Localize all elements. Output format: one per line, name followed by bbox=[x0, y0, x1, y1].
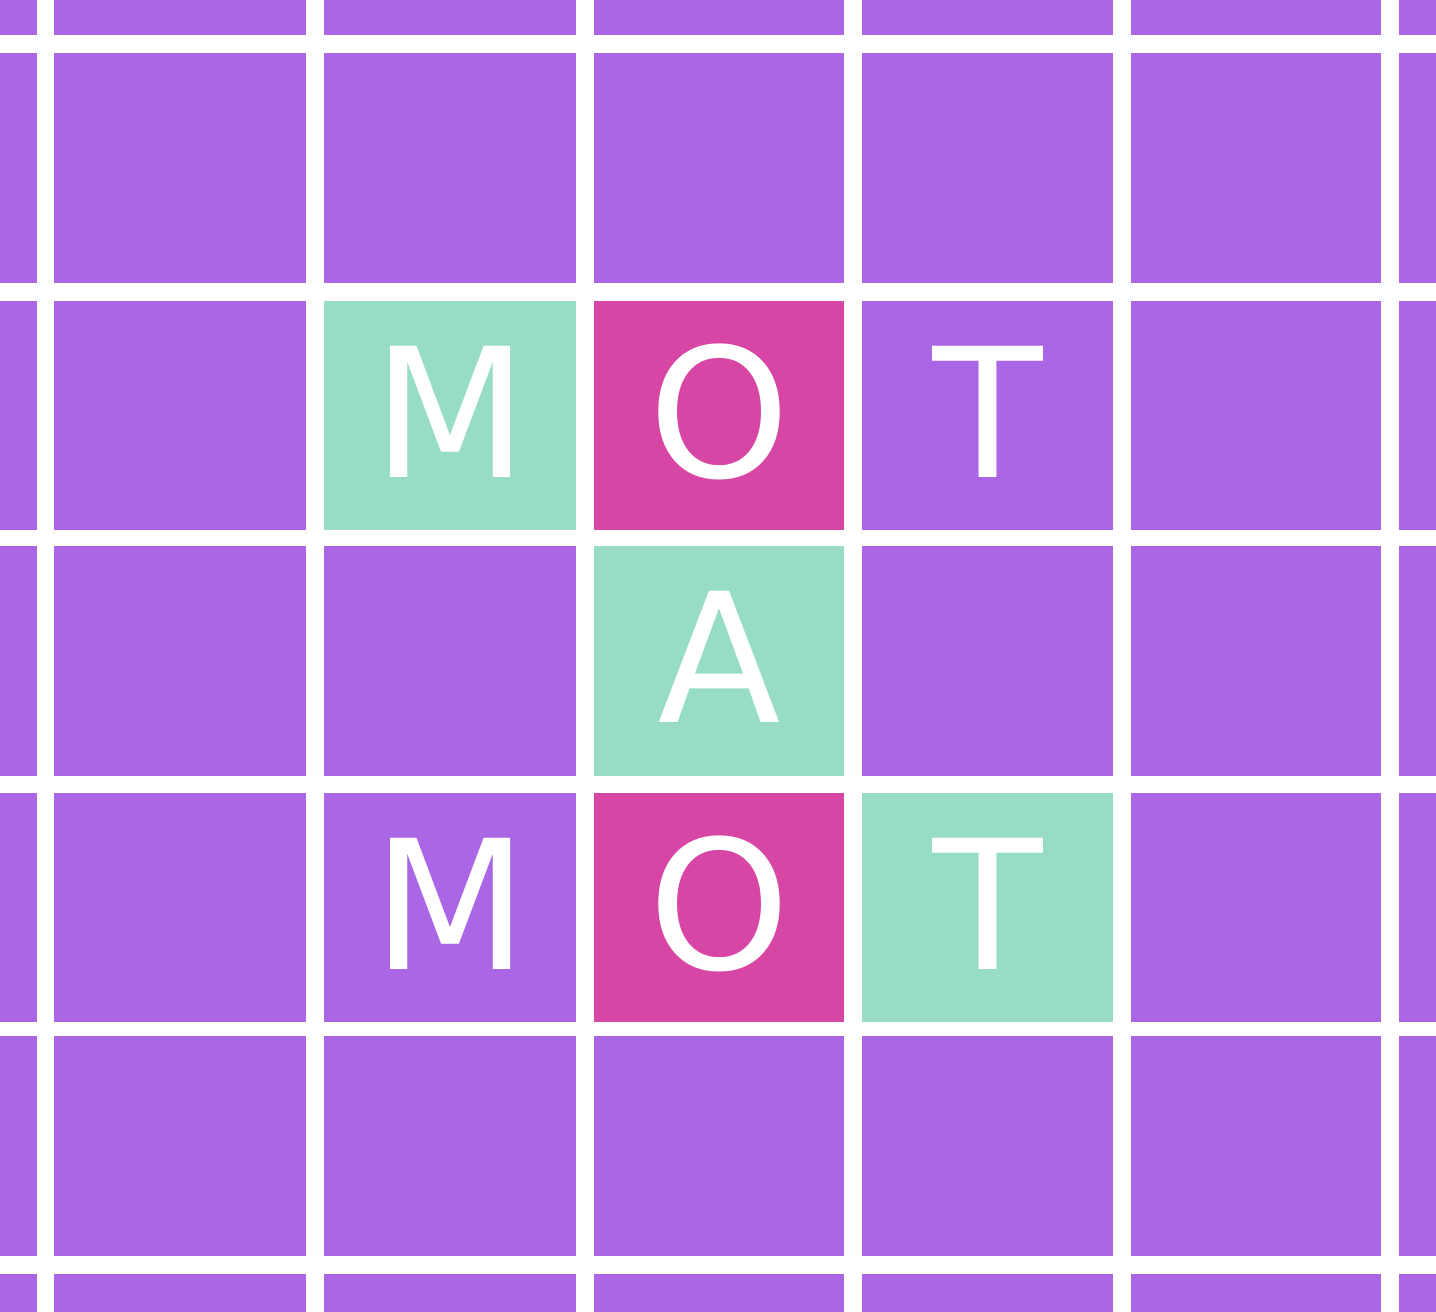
board-cell[interactable] bbox=[54, 0, 306, 35]
board-cell[interactable] bbox=[594, 1274, 844, 1312]
tile-letter: T bbox=[932, 310, 1043, 520]
board-cell[interactable] bbox=[1131, 793, 1381, 1022]
board-cell[interactable]: A bbox=[594, 546, 844, 776]
board-cell[interactable] bbox=[324, 546, 576, 776]
tile-letter: T bbox=[932, 802, 1043, 1012]
board-cell[interactable] bbox=[1399, 793, 1436, 1022]
board-cell[interactable] bbox=[324, 0, 576, 35]
board-cell[interactable] bbox=[862, 0, 1113, 35]
board-cell[interactable] bbox=[324, 1036, 576, 1256]
game-board: MOTAMOT bbox=[0, 0, 1436, 1312]
board-cell[interactable] bbox=[1131, 53, 1381, 283]
board-cell[interactable]: T bbox=[862, 301, 1113, 530]
board-cell[interactable] bbox=[0, 0, 37, 35]
board-cell[interactable] bbox=[1131, 1274, 1381, 1312]
board-cell[interactable]: M bbox=[324, 793, 576, 1022]
board-cell[interactable] bbox=[862, 546, 1113, 776]
board-cell[interactable] bbox=[54, 793, 306, 1022]
board-cell[interactable] bbox=[1131, 1036, 1381, 1256]
board-cell[interactable] bbox=[862, 53, 1113, 283]
board-cell[interactable] bbox=[54, 1036, 306, 1256]
board-cell[interactable] bbox=[0, 1274, 37, 1312]
board-cell[interactable] bbox=[1399, 301, 1436, 530]
board-cell[interactable] bbox=[1399, 1036, 1436, 1256]
board-cell[interactable] bbox=[1399, 53, 1436, 283]
board-cell[interactable] bbox=[0, 53, 37, 283]
board-cell[interactable] bbox=[594, 53, 844, 283]
board-cell[interactable] bbox=[0, 546, 37, 776]
board-cell[interactable] bbox=[54, 1274, 306, 1312]
board-cell[interactable] bbox=[54, 546, 306, 776]
board-cell[interactable]: O bbox=[594, 793, 844, 1022]
board-cell[interactable]: O bbox=[594, 301, 844, 530]
board-cell[interactable] bbox=[1399, 1274, 1436, 1312]
board-cell[interactable] bbox=[324, 53, 576, 283]
board-cell[interactable] bbox=[1399, 546, 1436, 776]
tile-letter: M bbox=[372, 310, 528, 520]
tile-letter: M bbox=[372, 802, 528, 1012]
board-cell[interactable] bbox=[1131, 301, 1381, 530]
tile-letter: A bbox=[657, 556, 781, 765]
board-cell[interactable] bbox=[0, 793, 37, 1022]
tile-letter: O bbox=[648, 310, 790, 520]
board-cell[interactable] bbox=[324, 1274, 576, 1312]
board-cell[interactable] bbox=[0, 1036, 37, 1256]
board-cell[interactable] bbox=[1399, 0, 1436, 35]
board-cell[interactable] bbox=[862, 1274, 1113, 1312]
board-cell[interactable] bbox=[54, 301, 306, 530]
board-cell[interactable] bbox=[54, 53, 306, 283]
board-cell[interactable] bbox=[594, 0, 844, 35]
board-cell[interactable] bbox=[0, 301, 37, 530]
board-cell[interactable] bbox=[862, 1036, 1113, 1256]
board-cell[interactable] bbox=[1131, 0, 1381, 35]
board-cell[interactable]: M bbox=[324, 301, 576, 530]
board-cell[interactable]: T bbox=[862, 793, 1113, 1022]
board-cell[interactable] bbox=[1131, 546, 1381, 776]
board-cell[interactable] bbox=[594, 1036, 844, 1256]
tile-letter: O bbox=[648, 802, 790, 1012]
